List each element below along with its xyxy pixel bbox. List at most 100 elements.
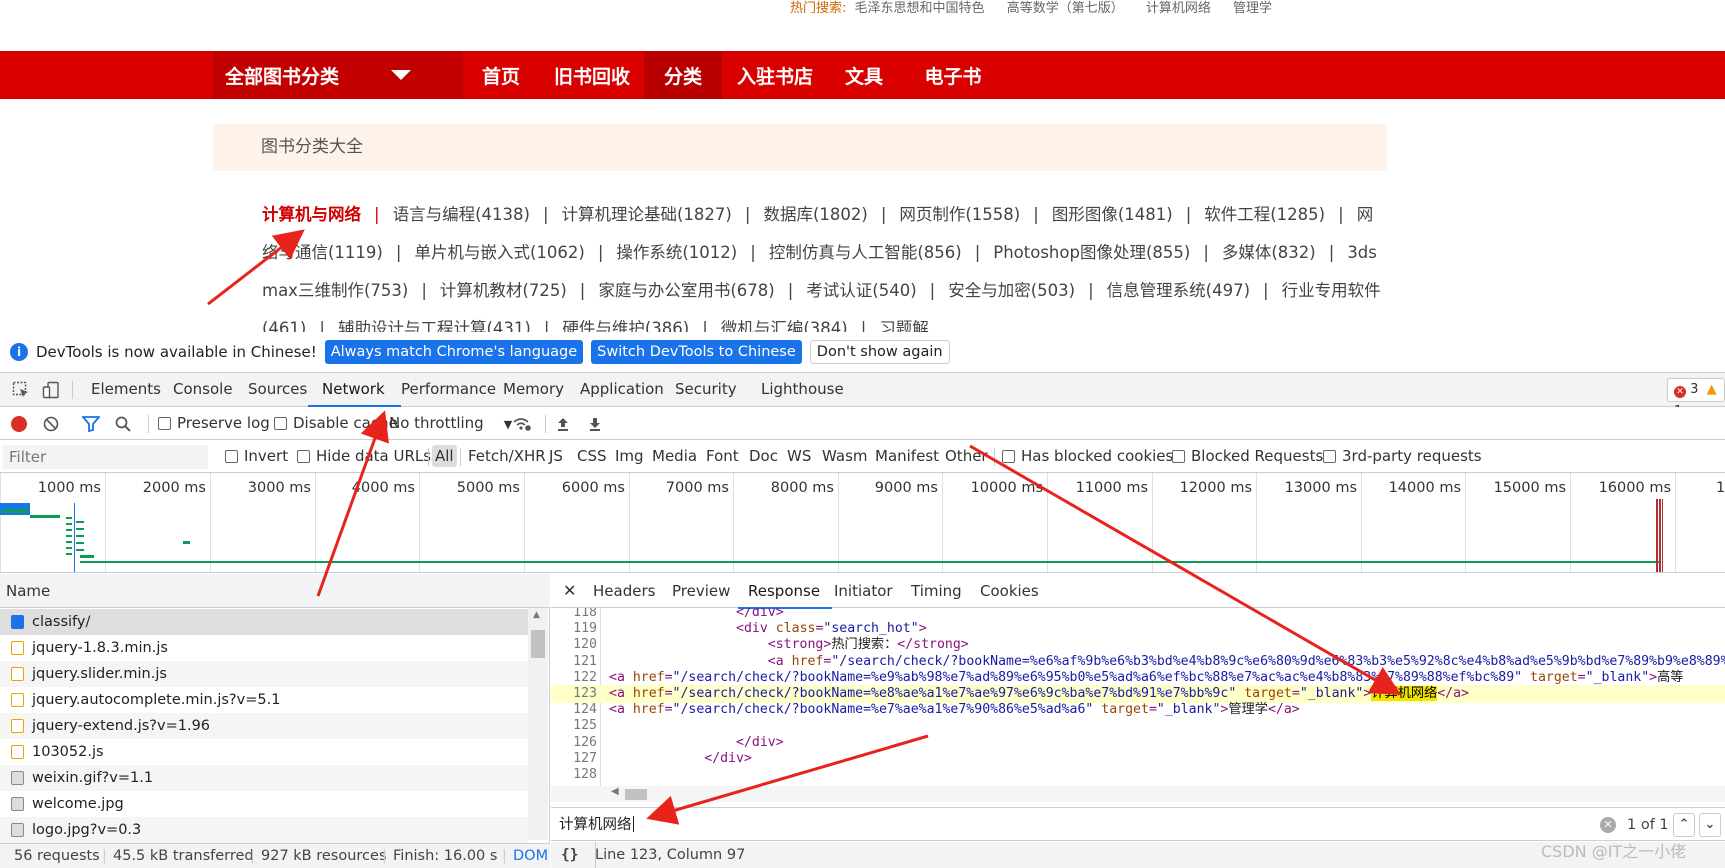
tab-timing[interactable]: Timing <box>911 574 962 608</box>
import-har-icon[interactable] <box>555 407 571 440</box>
request-row[interactable]: jquery.autocomplete.min.js?v=5.1 <box>0 687 528 713</box>
category-link[interactable]: 习题解 <box>879 319 929 332</box>
device-toolbar-icon[interactable] <box>42 373 60 406</box>
category-link[interactable]: 语言与编程(4138) <box>393 205 530 224</box>
filter-type-js[interactable]: JS <box>549 440 563 473</box>
tab-network[interactable]: Network <box>308 373 401 407</box>
tab-memory[interactable]: Memory <box>503 373 564 406</box>
request-row[interactable]: jquery-extend.js?v=1.96 <box>0 713 528 739</box>
record-icon[interactable] <box>11 416 27 432</box>
pretty-print-icon[interactable]: {} <box>561 842 578 868</box>
tab-response[interactable]: Response <box>737 574 833 609</box>
category-link[interactable]: 计算机教材(725) <box>440 281 567 300</box>
category-link[interactable]: 多媒体(832) <box>1222 243 1316 262</box>
tab-cookies[interactable]: Cookies <box>980 574 1039 608</box>
switch-to-chinese-button[interactable]: Switch DevTools to Chinese <box>591 340 802 364</box>
hot-search-link[interactable]: 毛泽东思想和中国特色 <box>855 1 985 16</box>
tab-preview[interactable]: Preview <box>672 574 730 608</box>
blocked-requests-checkbox[interactable]: Blocked Requests <box>1172 440 1323 473</box>
scrollbar-thumb[interactable] <box>531 630 545 658</box>
filter-type-other[interactable]: Other <box>945 440 988 473</box>
search-icon[interactable] <box>115 407 131 440</box>
match-language-button[interactable]: Always match Chrome's language <box>324 340 584 364</box>
request-row[interactable]: 103052.js <box>0 739 528 765</box>
category-link-active[interactable]: 计算机与网络 <box>262 205 361 224</box>
filter-type-manifest[interactable]: Manifest <box>875 440 939 473</box>
tab-sources[interactable]: Sources <box>248 373 307 406</box>
inspect-element-icon[interactable] <box>12 373 30 406</box>
nav-item-bookstore[interactable]: 入驻书店 <box>722 51 828 99</box>
tab-lighthouse[interactable]: Lighthouse <box>761 373 844 406</box>
nav-item-classify[interactable]: 分类 <box>644 51 722 99</box>
filter-type-fetch[interactable]: Fetch/XHR <box>468 440 546 473</box>
tab-elements[interactable]: Elements <box>91 373 161 406</box>
scrollbar-thumb[interactable] <box>625 789 647 800</box>
filter-type-ws[interactable]: WS <box>787 440 811 473</box>
category-link[interactable]: 信息管理系统(497) <box>1107 281 1250 300</box>
name-column-header[interactable]: Name <box>0 574 550 608</box>
category-link[interactable]: 图形图像(1481) <box>1052 205 1173 224</box>
filter-type-wasm[interactable]: Wasm <box>822 440 868 473</box>
filter-type-css[interactable]: CSS <box>577 440 607 473</box>
tab-application[interactable]: Application <box>580 373 664 406</box>
hide-data-urls-checkbox[interactable]: Hide data URLs <box>297 440 431 473</box>
scroll-left-icon[interactable]: ◀ <box>611 786 619 797</box>
category-link[interactable]: 辅助设计与工程计算(431) <box>338 319 531 332</box>
invert-checkbox[interactable]: Invert <box>225 440 288 473</box>
filter-type-media[interactable]: Media <box>652 440 697 473</box>
previous-match-button[interactable]: ⌃ <box>1673 813 1695 837</box>
nav-item-stationery[interactable]: 文具 <box>828 51 900 99</box>
throttling-select[interactable]: No throttling ▼ <box>389 407 512 440</box>
filter-type-img[interactable]: Img <box>615 440 644 473</box>
nav-item-recycle[interactable]: 旧书回收 <box>540 51 644 99</box>
category-link[interactable]: Photoshop图像处理(855) <box>993 243 1190 262</box>
category-link[interactable]: 控制仿真与人工智能(856) <box>769 243 962 262</box>
category-link[interactable]: 计算机理论基础(1827) <box>562 205 732 224</box>
preserve-log-checkbox[interactable]: Preserve log <box>158 407 270 440</box>
category-link[interactable]: 单片机与嵌入式(1062) <box>414 243 584 262</box>
category-link[interactable]: 网页制作(1558) <box>899 205 1020 224</box>
request-row[interactable]: jquery-1.8.3.min.js <box>0 635 528 661</box>
hot-search-link[interactable]: 管理学 <box>1233 1 1272 16</box>
dont-show-again-button[interactable]: Don't show again <box>809 340 950 364</box>
next-match-button[interactable]: ⌄ <box>1699 813 1721 837</box>
hot-search-link[interactable]: 计算机网络 <box>1146 1 1211 16</box>
nav-item-ebook[interactable]: 电子书 <box>900 51 1006 99</box>
filter-type-doc[interactable]: Doc <box>749 440 778 473</box>
search-input[interactable]: 计算机网络 <box>559 814 634 836</box>
request-row[interactable]: welcome.jpg <box>0 791 528 817</box>
category-link[interactable]: 数据库(1802) <box>763 205 867 224</box>
tab-performance[interactable]: Performance <box>401 373 496 406</box>
request-row[interactable]: classify/ <box>0 609 528 635</box>
tab-headers[interactable]: Headers <box>593 574 655 608</box>
tab-security[interactable]: Security <box>675 373 737 406</box>
export-har-icon[interactable] <box>587 407 603 440</box>
response-source-viewer[interactable]: 118 </div> 119 <div class="search_hot"> 12… <box>551 608 1725 786</box>
clear-icon[interactable] <box>43 407 59 440</box>
category-link[interactable]: 微机与汇编(384) <box>721 319 848 332</box>
filter-input[interactable]: Filter <box>3 445 208 469</box>
filter-type-all[interactable]: All <box>432 445 457 467</box>
timeline-overview[interactable]: 1000 ms 2000 ms 3000 ms 4000 ms 5000 ms … <box>0 473 1725 573</box>
horizontal-scrollbar[interactable] <box>551 786 1725 802</box>
hot-search-link[interactable]: 高等数学（第七版） <box>1007 1 1124 16</box>
network-conditions-icon[interactable] <box>512 407 532 440</box>
nav-item-home[interactable]: 首页 <box>462 51 540 99</box>
category-link[interactable]: 家庭与办公室用书(678) <box>598 281 774 300</box>
category-link[interactable]: 软件工程(1285) <box>1204 205 1325 224</box>
category-link[interactable]: 考试认证(540) <box>806 281 916 300</box>
all-categories-menu[interactable]: 全部图书分类 <box>213 51 463 99</box>
request-row[interactable]: weixin.gif?v=1.1 <box>0 765 528 791</box>
category-link[interactable]: 硬件与维护(386) <box>562 319 689 332</box>
blocked-cookies-checkbox[interactable]: Has blocked cookies <box>1002 440 1173 473</box>
category-link[interactable]: 操作系统(1012) <box>616 243 737 262</box>
request-row[interactable]: logo.jpg?v=0.3 <box>0 817 528 843</box>
tab-console[interactable]: Console <box>173 373 233 406</box>
close-icon[interactable]: ✕ <box>563 574 576 608</box>
request-row[interactable]: jquery.slider.min.js <box>0 661 528 687</box>
filter-type-font[interactable]: Font <box>706 440 739 473</box>
issues-badge[interactable]: ✕ 3 ▲ 1 <box>1667 378 1725 419</box>
category-link[interactable]: 安全与加密(503) <box>948 281 1075 300</box>
scroll-up-icon[interactable]: ▲ <box>533 610 540 620</box>
disable-cache-checkbox[interactable]: Disable cache <box>274 407 398 440</box>
